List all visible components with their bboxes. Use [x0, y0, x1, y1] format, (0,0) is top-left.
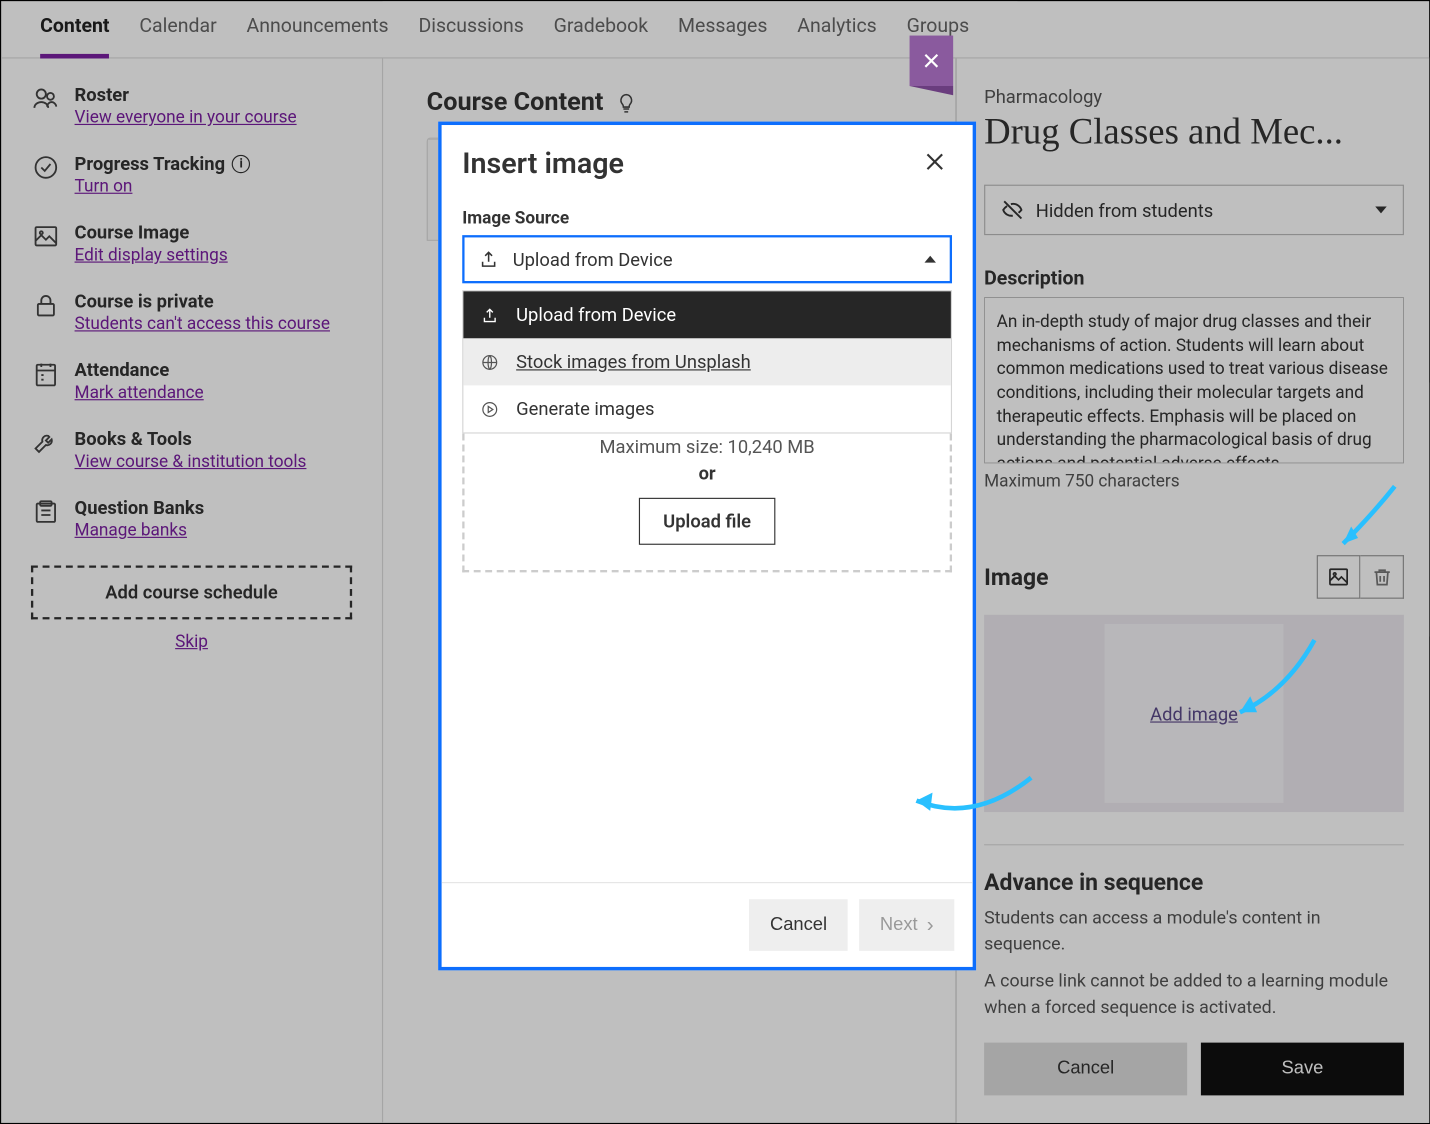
modal-next-button[interactable]: Next› [859, 899, 954, 951]
progress-title: Progress Trackingi [75, 153, 251, 175]
modal-title: Insert image [462, 148, 624, 181]
image-dropzone[interactable]: Add image [984, 615, 1404, 812]
chevron-down-icon [1375, 206, 1386, 213]
image-icon [1327, 566, 1350, 589]
source-dropdown: Upload from Device Stock images from Uns… [462, 290, 952, 433]
right-panel: Pharmacology Drug Classes and Mec... Hid… [955, 58, 1429, 1122]
image-section-label: Image [984, 563, 1048, 591]
progress-icon [31, 153, 61, 183]
close-icon [921, 50, 942, 71]
tab-gradebook[interactable]: Gradebook [554, 15, 649, 57]
selected-source: Upload from Device [513, 248, 673, 270]
image-slot: Add image [1105, 624, 1284, 803]
left-sidebar: Roster View everyone in your course Prog… [1, 58, 383, 1122]
private-link[interactable]: Students can't access this course [75, 313, 330, 334]
lightbulb-icon [615, 91, 638, 114]
tab-messages[interactable]: Messages [678, 15, 767, 57]
option-label: Generate images [516, 398, 654, 420]
image-source-label: Image Source [462, 208, 952, 229]
tab-calendar[interactable]: Calendar [139, 15, 216, 57]
add-image-link[interactable]: Add image [1150, 703, 1238, 725]
max-size-text: Maximum size: 10,240 MB [465, 434, 950, 458]
option-label: Upload from Device [516, 304, 676, 326]
tab-content[interactable]: Content [40, 15, 109, 59]
caret-up-icon [924, 256, 935, 263]
add-schedule-button[interactable]: Add course schedule [31, 565, 352, 619]
course-image-link[interactable]: Edit display settings [75, 244, 228, 265]
visibility-label: Hidden from students [1036, 199, 1213, 221]
divider [984, 844, 1404, 845]
option-unsplash[interactable]: Stock images from Unsplash [463, 338, 950, 385]
description-field[interactable] [984, 297, 1404, 463]
modal-cancel-button[interactable]: Cancel [749, 899, 847, 951]
char-hint: Maximum 750 characters [984, 470, 1404, 491]
option-upload-device[interactable]: Upload from Device [463, 291, 950, 338]
upload-file-button[interactable]: Upload file [639, 498, 775, 545]
roster-title: Roster [75, 84, 297, 106]
roster-link[interactable]: View everyone in your course [75, 107, 297, 128]
option-label: Stock images from Unsplash [516, 351, 751, 373]
option-generate[interactable]: Generate images [463, 385, 950, 432]
course-content-header: Course Content [427, 88, 956, 117]
image-icon [31, 221, 61, 251]
advance-text1: Students can access a module's content i… [984, 905, 1404, 957]
attendance-icon [31, 359, 61, 389]
lock-icon [31, 290, 61, 320]
course-name: Pharmacology [984, 86, 1404, 108]
add-image-button[interactable] [1317, 555, 1361, 599]
banks-icon [31, 497, 61, 527]
delete-image-button[interactable] [1360, 555, 1404, 599]
tools-link[interactable]: View course & institution tools [75, 451, 307, 472]
play-circle-icon [481, 400, 499, 418]
skip-link[interactable]: Skip [31, 631, 352, 652]
upload-icon [481, 306, 499, 324]
panel-cancel-button[interactable]: Cancel [984, 1043, 1187, 1096]
or-text: or [465, 462, 950, 484]
top-tabs: Content Calendar Announcements Discussio… [1, 1, 1429, 58]
visibility-select[interactable]: Hidden from students [984, 185, 1404, 235]
globe-icon [481, 353, 499, 371]
tab-analytics[interactable]: Analytics [797, 15, 876, 57]
tab-discussions[interactable]: Discussions [418, 15, 523, 57]
chevron-right-icon: › [927, 913, 934, 937]
attendance-link[interactable]: Mark attendance [75, 382, 204, 403]
insert-image-modal: Insert image Image Source Upload from De… [438, 122, 976, 971]
modal-close-button[interactable] [918, 148, 952, 182]
tab-announcements[interactable]: Announcements [247, 15, 389, 57]
tools-title: Books & Tools [75, 428, 307, 450]
description-label: Description [984, 267, 1404, 290]
banks-title: Question Banks [75, 497, 205, 519]
info-icon[interactable]: i [232, 154, 250, 172]
advance-title: Advance in sequence [984, 868, 1404, 896]
banks-link[interactable]: Manage banks [75, 520, 187, 541]
panel-save-button[interactable]: Save [1201, 1043, 1404, 1096]
panel-close-button[interactable] [910, 36, 954, 86]
attendance-title: Attendance [75, 359, 204, 381]
hidden-icon [1001, 198, 1024, 221]
progress-link[interactable]: Turn on [75, 175, 133, 196]
upload-icon [478, 249, 499, 270]
private-title: Course is private [75, 290, 330, 312]
image-source-select[interactable]: Upload from Device [462, 235, 952, 283]
roster-icon [31, 84, 61, 114]
advance-text2: A course link cannot be added to a learn… [984, 968, 1404, 1020]
trash-icon [1370, 566, 1393, 589]
module-title: Drug Classes and Mec... [984, 110, 1404, 152]
tools-icon [31, 428, 61, 458]
upload-dropzone[interactable]: Maximum size: 10,240 MB or Upload file [462, 434, 952, 573]
close-icon [922, 149, 947, 174]
course-image-title: Course Image [75, 221, 228, 243]
